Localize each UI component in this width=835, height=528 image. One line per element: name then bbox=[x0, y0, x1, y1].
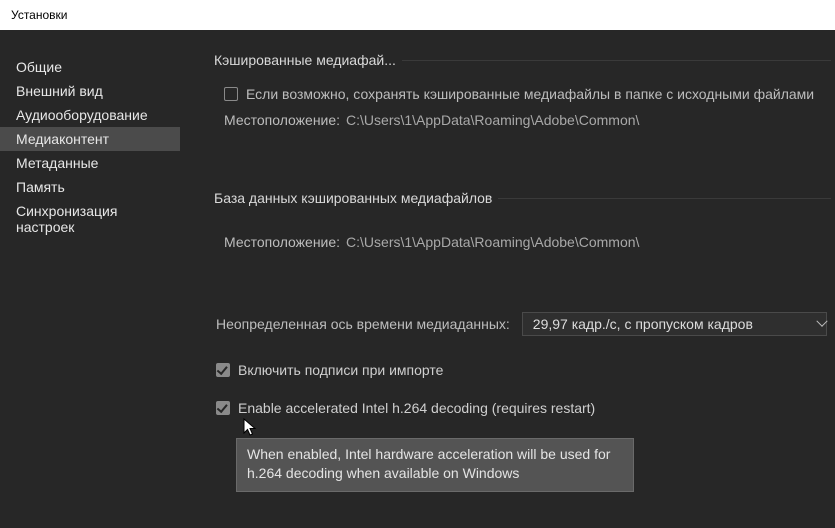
row-db-location: Местоположение: C:\Users\1\AppData\Roami… bbox=[220, 234, 831, 250]
titlebar: Установки bbox=[0, 0, 835, 30]
window-title: Установки bbox=[11, 8, 67, 22]
sidebar-item-label: Метаданные bbox=[16, 155, 98, 171]
timebase-label: Неопределенная ось времени медиаданных: bbox=[216, 316, 510, 332]
row-intel-h264: Enable accelerated Intel h.264 decoding … bbox=[216, 400, 831, 416]
tooltip: When enabled, Intel hardware acceleratio… bbox=[236, 438, 634, 492]
checkbox-write-captions[interactable] bbox=[216, 363, 230, 377]
group-legend: База данных кэшированных медиафайлов bbox=[214, 190, 498, 206]
sidebar-item-label: Общие bbox=[16, 59, 62, 75]
checkbox-label: Включить подписи при импорте bbox=[238, 362, 443, 378]
sidebar-item-audio-hardware[interactable]: Аудиооборудование bbox=[0, 103, 180, 127]
group-legend: Кэшированные медиафай... bbox=[214, 52, 402, 68]
sidebar-item-general[interactable]: Общие bbox=[0, 55, 180, 79]
sidebar-item-label: Внешний вид bbox=[16, 83, 103, 99]
sidebar-item-label: Аудиооборудование bbox=[16, 107, 148, 123]
sidebar-item-label: Память bbox=[16, 179, 65, 195]
checkbox-save-next-to-originals[interactable] bbox=[224, 87, 238, 101]
row-cache-save-next-to-originals: Если возможно, сохранять кэшированные ме… bbox=[220, 86, 831, 102]
timebase-dropdown[interactable]: 29,97 кадр./с, с пропуском кадров bbox=[522, 312, 827, 336]
tooltip-text: When enabled, Intel hardware acceleratio… bbox=[247, 446, 610, 481]
sidebar-item-media[interactable]: Медиаконтент bbox=[0, 127, 180, 151]
sidebar-item-metadata[interactable]: Метаданные bbox=[0, 151, 180, 175]
group-media-cache-db: База данных кэшированных медиафайлов Мес… bbox=[220, 190, 831, 282]
location-label: Местоположение: bbox=[224, 234, 340, 250]
location-value: C:\Users\1\AppData\Roaming\Adobe\Common\ bbox=[346, 234, 639, 250]
dropdown-value: 29,97 кадр./с, с пропуском кадров bbox=[533, 316, 753, 332]
sidebar-item-label: Синхронизация настроек bbox=[16, 203, 117, 235]
sidebar-item-appearance[interactable]: Внешний вид bbox=[0, 79, 180, 103]
group-media-cache: Кэшированные медиафай... Если возможно, … bbox=[220, 52, 831, 160]
checkbox-label: Enable accelerated Intel h.264 decoding … bbox=[238, 400, 595, 416]
row-write-captions: Включить подписи при импорте bbox=[216, 362, 831, 378]
location-value: C:\Users\1\AppData\Roaming\Adobe\Common\ bbox=[346, 112, 639, 128]
checkbox-intel-h264[interactable] bbox=[216, 401, 230, 415]
checkbox-label: Если возможно, сохранять кэшированные ме… bbox=[246, 86, 814, 102]
row-cache-location: Местоположение: C:\Users\1\AppData\Roami… bbox=[220, 112, 831, 128]
location-label: Местоположение: bbox=[224, 112, 340, 128]
sidebar: Общие Внешний вид Аудиооборудование Меди… bbox=[0, 30, 180, 528]
sidebar-item-label: Медиаконтент bbox=[16, 131, 109, 147]
sidebar-item-sync-settings[interactable]: Синхронизация настроек bbox=[0, 199, 180, 239]
sidebar-item-memory[interactable]: Память bbox=[0, 175, 180, 199]
row-indeterminate-timebase: Неопределенная ось времени медиаданных: … bbox=[216, 312, 831, 336]
